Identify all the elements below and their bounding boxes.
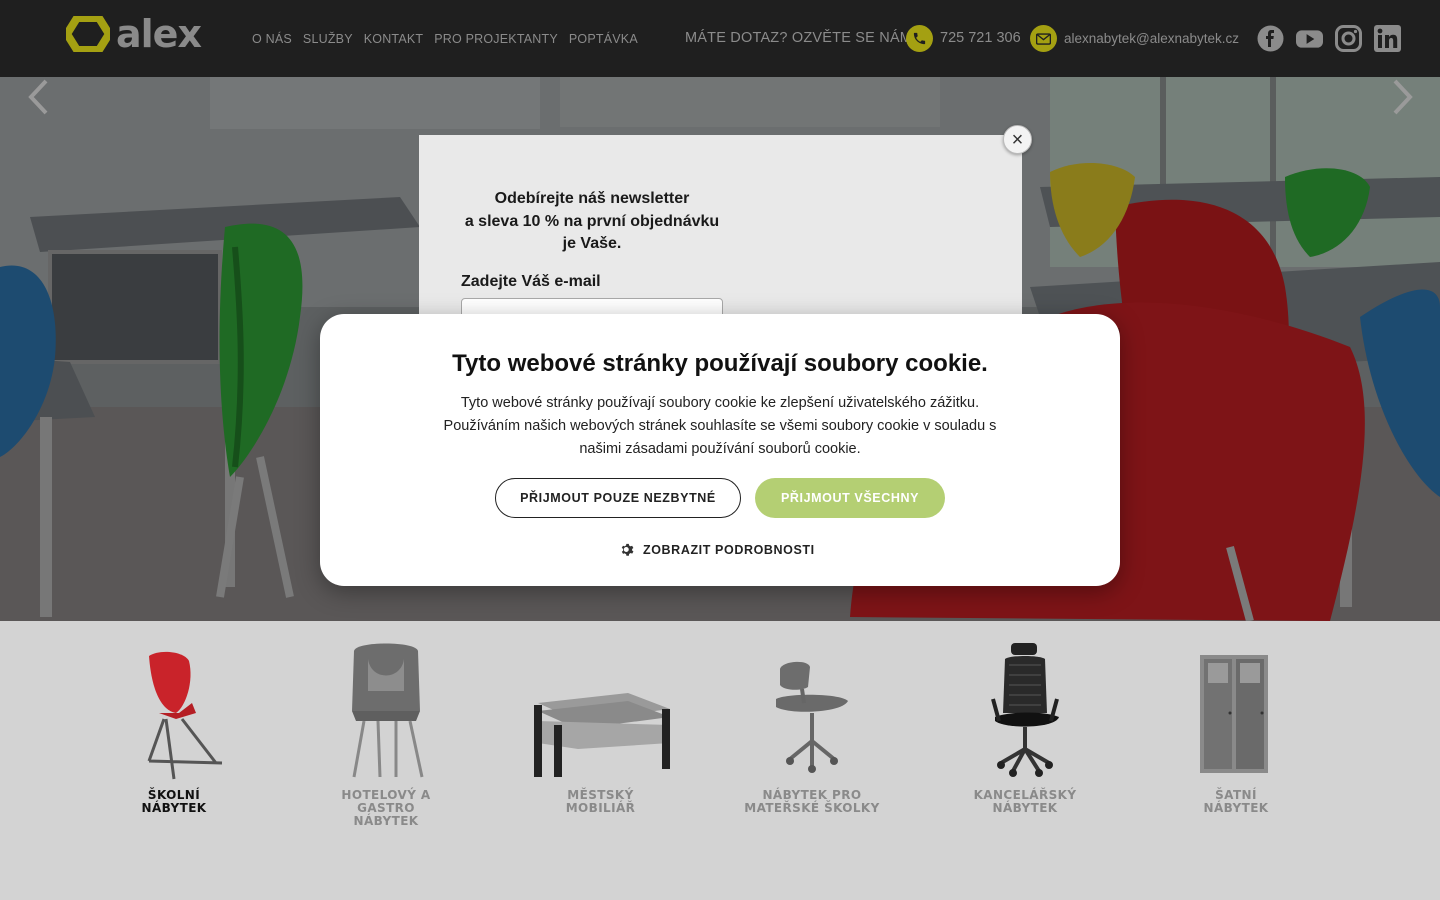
youtube-icon[interactable] <box>1296 25 1323 52</box>
slider-next-icon[interactable] <box>1391 77 1415 117</box>
email-link[interactable]: alexnabytek@alexnabytek.cz <box>1064 31 1239 46</box>
logo-text: alex <box>116 12 202 56</box>
linkedin-icon[interactable] <box>1374 25 1401 52</box>
hotel-chair-icon <box>352 643 424 778</box>
newsletter-popup: Odebírejte náš newsletter a sleva 10 % n… <box>419 135 1022 328</box>
gear-icon <box>621 543 634 556</box>
locker-icon <box>1200 655 1268 773</box>
cookie-text: Tyto webové stránky používají soubory co… <box>443 395 997 457</box>
cookie-consent-modal: Tyto webové stránky používají soubory co… <box>320 314 1120 586</box>
accept-all-button[interactable]: PŘIJMOUT VŠECHNY <box>755 478 945 518</box>
bench-icon <box>534 693 670 777</box>
alex-logo[interactable]: alex <box>66 12 202 56</box>
cookie-title: Tyto webové stránky používají soubory co… <box>452 350 988 377</box>
newsletter-email-label: Zadejte Váš e-mail <box>461 273 601 290</box>
nav-poptavka[interactable]: POPTÁVKA <box>569 32 638 46</box>
category-hotelovy-gastro[interactable]: HOTELOVÝ A GASTRO NÁBYTEK <box>316 621 456 828</box>
category-kancelarsky-nabytek[interactable]: KANCELÁŘSKÝ NÁBYTEK <box>955 621 1095 815</box>
category-satni-nabytek[interactable]: ŠATNÍ NÁBYTEK <box>1166 621 1306 815</box>
category-label: KANCELÁŘSKÝ NÁBYTEK <box>973 788 1077 815</box>
office-chair-icon <box>991 643 1059 777</box>
instagram-icon[interactable] <box>1335 25 1362 52</box>
category-mestsky-mobiliar[interactable]: MĚSTSKÝ MOBILIÁŘ <box>528 621 673 815</box>
category-label: HOTELOVÝ A GASTRO NÁBYTEK <box>341 788 431 828</box>
nav-pro-projektanty[interactable]: PRO PROJEKTANTY <box>434 32 558 46</box>
category-label: ŠATNÍ NÁBYTEK <box>1203 788 1269 815</box>
newsletter-title: Odebírejte náš newsletter a sleva 10 % n… <box>464 190 720 252</box>
mail-icon[interactable] <box>1030 25 1057 52</box>
alex-logo-mark-icon <box>66 16 110 52</box>
category-skolni-nabytek[interactable]: ŠKOLNÍ NÁBYTEK <box>104 621 244 815</box>
nav-o-nas[interactable]: O NÁS <box>252 32 292 46</box>
facebook-icon[interactable] <box>1257 25 1284 52</box>
contact-question: MÁTE DOTAZ? OZVĚTE SE NÁM: <box>685 30 917 46</box>
show-details-label: ZOBRAZIT PODROBNOSTI <box>643 542 815 557</box>
site-header: alex O NÁS SLUŽBY KONTAKT PRO PROJEKTANT… <box>0 0 1440 77</box>
accept-necessary-button[interactable]: PŘIJMOUT POUZE NEZBYTNÉ <box>495 478 741 518</box>
category-label: MĚSTSKÝ MOBILIÁŘ <box>565 788 636 815</box>
newsletter-close-button[interactable]: × <box>1003 125 1032 154</box>
show-details-button[interactable]: ZOBRAZIT PODROBNOSTI <box>620 542 815 557</box>
phone-icon[interactable] <box>906 25 933 52</box>
kindergarten-chair-icon <box>776 661 848 773</box>
school-chair-icon <box>147 651 223 780</box>
category-materske-skolky[interactable]: NÁBYTEK PRO MATEŘSKÉ ŠKOLKY <box>742 621 882 815</box>
category-strip: ŠKOLNÍ NÁBYTEK HOTELOVÝ A GASTRO NÁBYTEK… <box>0 621 1440 900</box>
phone-number[interactable]: 725 721 306 <box>940 30 1021 46</box>
nav-kontakt[interactable]: KONTAKT <box>364 32 424 46</box>
slider-prev-icon[interactable] <box>26 77 50 117</box>
category-label: NÁBYTEK PRO MATEŘSKÉ ŠKOLKY <box>744 788 880 815</box>
nav-sluzby[interactable]: SLUŽBY <box>303 32 353 46</box>
category-label: ŠKOLNÍ NÁBYTEK <box>141 788 207 815</box>
main-nav: O NÁS SLUŽBY KONTAKT PRO PROJEKTANTY POP… <box>252 32 638 46</box>
